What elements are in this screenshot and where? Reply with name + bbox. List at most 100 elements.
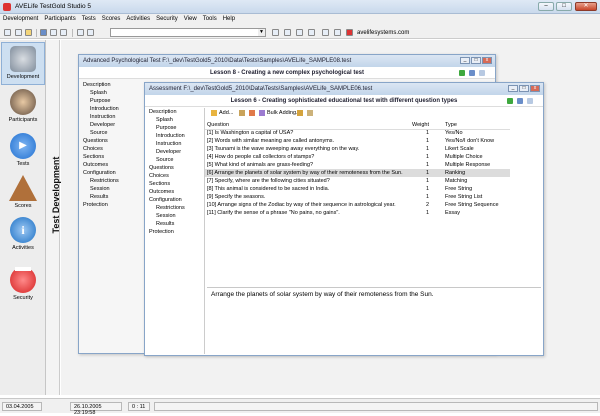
delete-icon[interactable] bbox=[249, 110, 255, 116]
tree-item[interactable]: Outcomes bbox=[83, 161, 119, 169]
menu-tools[interactable]: Tools bbox=[200, 14, 220, 24]
tree-item[interactable]: Developer bbox=[83, 121, 119, 129]
tree-item[interactable]: Restrictions bbox=[83, 177, 119, 185]
save-icon[interactable] bbox=[40, 29, 47, 36]
back-icon[interactable] bbox=[272, 29, 279, 36]
new-icon[interactable] bbox=[4, 29, 11, 36]
edit-icon[interactable] bbox=[239, 110, 245, 116]
tree-item[interactable]: Purpose bbox=[149, 124, 204, 132]
table-row[interactable]: [11] Clarify the sense of a phrase "No p… bbox=[205, 209, 510, 217]
table-row[interactable]: [10] Arrange signs of the Zodiac by way … bbox=[205, 201, 510, 209]
export-icon[interactable] bbox=[307, 110, 313, 116]
minimize-button[interactable]: – bbox=[538, 2, 554, 11]
move-icon[interactable] bbox=[297, 110, 303, 116]
tree-item[interactable]: Splash bbox=[149, 116, 204, 124]
front-test-window[interactable]: Assessment F:\_dev\TestGold5_2010\Data\T… bbox=[144, 82, 544, 356]
tree-item[interactable]: Sections bbox=[83, 153, 119, 161]
tree-item[interactable]: Choices bbox=[83, 145, 119, 153]
menu-activities[interactable]: Activities bbox=[123, 14, 153, 24]
tree-item[interactable]: Configuration bbox=[149, 196, 204, 204]
tree-item[interactable]: Instruction bbox=[149, 140, 204, 148]
tree-item[interactable]: Results bbox=[83, 193, 119, 201]
sidebar-item-activities[interactable]: i Activities bbox=[1, 214, 45, 257]
tree-item[interactable]: Introduction bbox=[149, 132, 204, 140]
tree-item[interactable]: Outcomes bbox=[149, 188, 204, 196]
tree-item[interactable]: Results bbox=[149, 220, 204, 228]
tree-item[interactable]: Developer bbox=[149, 148, 204, 156]
tree-item[interactable]: Choices bbox=[149, 172, 204, 180]
home-icon[interactable] bbox=[322, 29, 329, 36]
website-link[interactable]: avelifesystems.com bbox=[357, 30, 409, 36]
add-button[interactable]: Add... bbox=[219, 110, 233, 116]
tree-item[interactable]: Protection bbox=[83, 201, 119, 209]
tree-item[interactable]: Session bbox=[149, 212, 204, 220]
question-cell: [1] Is Washington a capital of USA? bbox=[207, 130, 294, 137]
tree-item[interactable]: Restrictions bbox=[149, 204, 204, 212]
table-row[interactable]: [5] What kind of animals are grass-feedi… bbox=[205, 161, 510, 169]
table-row[interactable]: [2] Words with similar meaning are calle… bbox=[205, 137, 510, 145]
copy-icon[interactable] bbox=[60, 29, 67, 36]
tree-item[interactable]: Protection bbox=[149, 228, 204, 236]
close-button[interactable]: x bbox=[530, 85, 540, 92]
tree-item[interactable]: Session bbox=[83, 185, 119, 193]
properties-icon[interactable] bbox=[527, 98, 533, 104]
sidebar-item-participants[interactable]: Participants bbox=[1, 86, 45, 129]
tree-item[interactable]: Purpose bbox=[83, 97, 119, 105]
save-all-icon[interactable] bbox=[50, 29, 57, 36]
tree-item[interactable]: Splash bbox=[83, 89, 119, 97]
open-folder-icon[interactable] bbox=[25, 29, 32, 36]
table-row[interactable]: [1] Is Washington a capital of USA? 1 Yes/… bbox=[205, 129, 510, 137]
column-weight[interactable]: Weight bbox=[410, 121, 443, 130]
sidebar-item-development[interactable]: Development bbox=[1, 42, 45, 85]
maximize-button[interactable]: □ bbox=[471, 57, 481, 64]
close-button[interactable]: x bbox=[482, 57, 492, 64]
menu-help[interactable]: Help bbox=[220, 14, 238, 24]
save-icon[interactable] bbox=[517, 98, 523, 104]
tree-item[interactable]: Instruction bbox=[83, 113, 119, 121]
print-icon[interactable] bbox=[77, 29, 84, 36]
table-row[interactable]: [9] Specify the seasons. 1 Free String Lis… bbox=[205, 193, 510, 201]
forward-icon[interactable] bbox=[284, 29, 291, 36]
table-row[interactable]: [4] How do people call collectors of sta… bbox=[205, 153, 510, 161]
search-icon[interactable] bbox=[334, 29, 341, 36]
menu-security[interactable]: Security bbox=[153, 14, 181, 24]
menu-development[interactable]: Development bbox=[0, 14, 41, 24]
menu-tests[interactable]: Tests bbox=[79, 14, 99, 24]
table-row-selected[interactable]: [6] Arrange the planets of solar system … bbox=[205, 169, 510, 177]
sidebar-item-tests[interactable]: ▶ Tests bbox=[1, 130, 45, 173]
table-row[interactable]: [7] Specify, where are the following cit… bbox=[205, 177, 510, 185]
path-combo[interactable]: ▼ bbox=[110, 28, 266, 37]
menu-participants[interactable]: Participants bbox=[41, 14, 78, 24]
menu-scores[interactable]: Scores bbox=[99, 14, 124, 24]
column-type[interactable]: Type bbox=[443, 121, 510, 130]
minimize-button[interactable]: _ bbox=[460, 57, 470, 64]
sidebar-item-scores[interactable]: Scores bbox=[1, 172, 45, 215]
chevron-down-icon[interactable]: ▼ bbox=[258, 29, 265, 36]
stop-icon[interactable] bbox=[308, 29, 315, 36]
properties-icon[interactable] bbox=[479, 70, 485, 76]
tree-item[interactable]: Description bbox=[149, 108, 204, 116]
tree-item[interactable]: Configuration bbox=[83, 169, 119, 177]
menu-view[interactable]: View bbox=[181, 14, 200, 24]
maximize-button[interactable]: □ bbox=[556, 2, 572, 11]
refresh-icon[interactable] bbox=[296, 29, 303, 36]
minimize-button[interactable]: _ bbox=[508, 85, 518, 92]
table-row[interactable]: [3] Tsunami is the wave sweeping away ev… bbox=[205, 145, 510, 153]
sidebar-item-security[interactable]: Security bbox=[1, 256, 45, 301]
tree-item[interactable]: Questions bbox=[149, 164, 204, 172]
maximize-button[interactable]: □ bbox=[519, 85, 529, 92]
tree-item[interactable]: Source bbox=[83, 129, 119, 137]
chevron-down-icon[interactable] bbox=[87, 29, 94, 36]
tree-item[interactable]: Description bbox=[83, 81, 119, 89]
tree-item[interactable]: Source bbox=[149, 156, 204, 164]
tree-item[interactable]: Introduction bbox=[83, 105, 119, 113]
splitter[interactable] bbox=[207, 287, 541, 288]
bulk-adding-button[interactable]: Bulk Adding... bbox=[267, 110, 301, 116]
column-question[interactable]: Question bbox=[205, 121, 410, 130]
close-button[interactable]: ✕ bbox=[575, 2, 597, 11]
save-icon[interactable] bbox=[469, 70, 475, 76]
tree-item[interactable]: Questions bbox=[83, 137, 119, 145]
table-row[interactable]: [8] This animal is considered to be sacr… bbox=[205, 185, 510, 193]
dropdown-icon[interactable] bbox=[15, 29, 22, 36]
tree-item[interactable]: Sections bbox=[149, 180, 204, 188]
